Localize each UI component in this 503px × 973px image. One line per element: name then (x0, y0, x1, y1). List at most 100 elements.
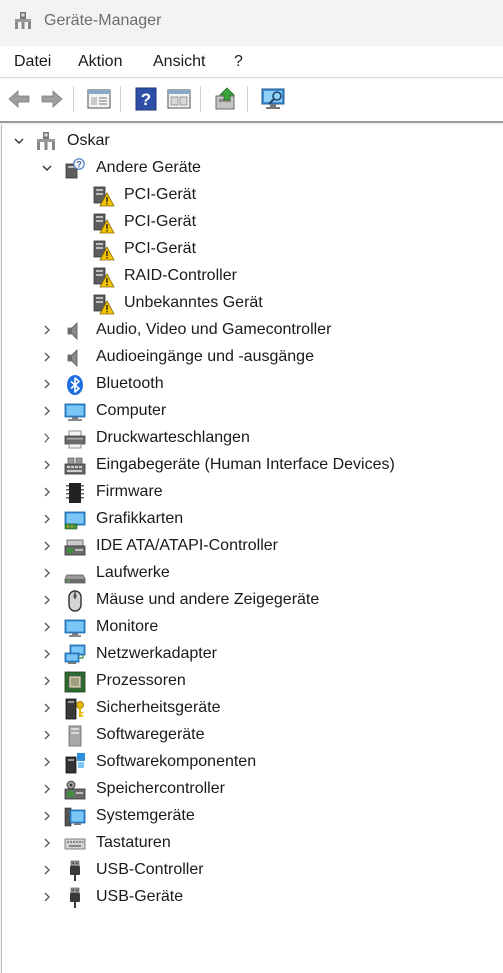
tree-category-monitors[interactable]: Monitore (2, 614, 502, 641)
tree-category-label: Audioeingänge und -ausgänge (96, 348, 314, 365)
device-item-label: Unbekanntes Gerät (124, 294, 263, 311)
tree-category-audio-video[interactable]: Audio, Video und Gamecontroller (2, 317, 502, 344)
forward-arrow-icon[interactable] (39, 86, 65, 112)
tree-category-audio-io[interactable]: Audioeingänge und -ausgänge (2, 344, 502, 371)
chevron-right-icon[interactable] (41, 702, 53, 714)
tree-category-label: Firmware (96, 483, 163, 500)
tree-root-computer[interactable]: Oskar (2, 128, 502, 155)
tree-category-label: Prozessoren (96, 672, 186, 689)
tree-category-label: Grafikkarten (96, 510, 184, 527)
chevron-right-icon[interactable] (41, 432, 53, 444)
chevron-right-icon[interactable] (41, 405, 53, 417)
update-driver-icon[interactable] (213, 86, 239, 112)
device-item[interactable]: Unbekanntes Gerät (2, 290, 502, 317)
help-icon[interactable]: ? (133, 86, 159, 112)
tree-category-label: Eingabegeräte (Human Interface Devices) (96, 456, 395, 473)
tree-category-software-components[interactable]: Softwarekomponenten (2, 749, 502, 776)
network-adapter-icon (64, 644, 86, 664)
svg-text:?: ? (141, 90, 151, 109)
tree-category-computer[interactable]: Computer (2, 398, 502, 425)
menu-aktion[interactable]: Aktion (78, 53, 122, 71)
tree-category-label: Computer (96, 402, 167, 419)
scan-hardware-icon[interactable] (260, 86, 286, 112)
chevron-down-icon[interactable] (13, 135, 25, 147)
menu-bar: Datei Aktion Ansicht ? (0, 46, 503, 78)
toolbar: ? (0, 79, 503, 123)
toolbar-separator (120, 86, 121, 112)
chevron-right-icon[interactable] (41, 594, 53, 606)
tree-category-disk-drives[interactable]: Laufwerke (2, 560, 502, 587)
tree-category-software-devices[interactable]: Softwaregeräte (2, 722, 502, 749)
device-item[interactable]: PCI-Gerät (2, 236, 502, 263)
tree-category-mice[interactable]: Mäuse und andere Zeigegeräte (2, 587, 502, 614)
chevron-down-icon[interactable] (41, 162, 53, 174)
mouse-icon (68, 590, 82, 612)
tree-category-label: USB-Controller (96, 861, 204, 878)
device-item[interactable]: RAID-Controller (2, 263, 502, 290)
tree-category-keyboards[interactable]: Tastaturen (2, 830, 502, 857)
chevron-right-icon[interactable] (41, 729, 53, 741)
chevron-right-icon[interactable] (41, 810, 53, 822)
printer-icon (64, 430, 86, 449)
system-devices-icon (64, 807, 86, 827)
tree-category-other-devices[interactable]: ? Andere Geräte (2, 155, 502, 182)
hid-icon (64, 457, 86, 475)
software-device-icon (68, 725, 82, 747)
menu-datei[interactable]: Datei (14, 53, 51, 71)
menu-ansicht[interactable]: Ansicht (153, 53, 205, 71)
chevron-right-icon[interactable] (41, 837, 53, 849)
tree-category-firmware[interactable]: Firmware (2, 479, 502, 506)
tree-category-print-queues[interactable]: Druckwarteschlangen (2, 425, 502, 452)
tree-category-label: Druckwarteschlangen (96, 429, 250, 446)
chevron-right-icon[interactable] (41, 783, 53, 795)
chevron-right-icon[interactable] (41, 540, 53, 552)
device-item-label: PCI-Gerät (124, 213, 197, 230)
device-tree[interactable]: Oskar ? Andere Geräte PCI-Gerät PCI-Gerä… (1, 125, 503, 973)
chevron-right-icon[interactable] (41, 891, 53, 903)
device-item[interactable]: PCI-Gerät (2, 182, 502, 209)
tree-category-hid[interactable]: Eingabegeräte (Human Interface Devices) (2, 452, 502, 479)
speaker-icon (67, 349, 78, 367)
menu-help[interactable]: ? (234, 53, 243, 71)
chevron-right-icon[interactable] (41, 648, 53, 660)
device-item-label: RAID-Controller (124, 267, 237, 284)
monitor-icon (64, 619, 86, 637)
computer-icon (64, 403, 86, 421)
display-adapter-icon (64, 511, 86, 530)
bluetooth-icon (67, 375, 83, 395)
tree-category-security-devices[interactable]: Sicherheitsgeräte (2, 695, 502, 722)
chevron-right-icon[interactable] (41, 378, 53, 390)
chevron-right-icon[interactable] (41, 756, 53, 768)
device-item[interactable]: PCI-Gerät (2, 209, 502, 236)
tree-category-label: Monitore (96, 618, 159, 635)
back-arrow-icon[interactable] (6, 86, 32, 112)
tree-category-network-adapters[interactable]: Netzwerkadapter (2, 641, 502, 668)
chevron-right-icon[interactable] (41, 864, 53, 876)
tree-category-usb-controllers[interactable]: USB-Controller (2, 857, 502, 884)
ide-controller-icon (64, 539, 86, 556)
device-warning-icon (93, 240, 115, 261)
tree-category-usb-devices[interactable]: USB-Geräte (2, 884, 502, 911)
chevron-right-icon[interactable] (41, 486, 53, 498)
chevron-right-icon[interactable] (41, 675, 53, 687)
chevron-right-icon[interactable] (41, 324, 53, 336)
tree-category-storage-controllers[interactable]: Speichercontroller (2, 776, 502, 803)
chevron-right-icon[interactable] (41, 513, 53, 525)
view-icon[interactable] (166, 86, 192, 112)
properties-icon[interactable] (86, 86, 112, 112)
toolbar-separator (200, 86, 201, 112)
chevron-right-icon[interactable] (41, 459, 53, 471)
chevron-right-icon[interactable] (41, 351, 53, 363)
tree-category-bluetooth[interactable]: Bluetooth (2, 371, 502, 398)
disk-drive-icon (64, 574, 86, 584)
software-component-icon (65, 753, 85, 774)
chevron-right-icon[interactable] (41, 567, 53, 579)
device-warning-icon (93, 294, 115, 315)
chevron-right-icon[interactable] (41, 621, 53, 633)
window-title: Geräte-Manager (44, 12, 162, 29)
tree-category-ide-controllers[interactable]: IDE ATA/ATAPI-Controller (2, 533, 502, 560)
tree-category-system-devices[interactable]: Systemgeräte (2, 803, 502, 830)
tree-category-label: Softwaregeräte (96, 726, 205, 743)
tree-category-display-adapters[interactable]: Grafikkarten (2, 506, 502, 533)
tree-category-processors[interactable]: Prozessoren (2, 668, 502, 695)
